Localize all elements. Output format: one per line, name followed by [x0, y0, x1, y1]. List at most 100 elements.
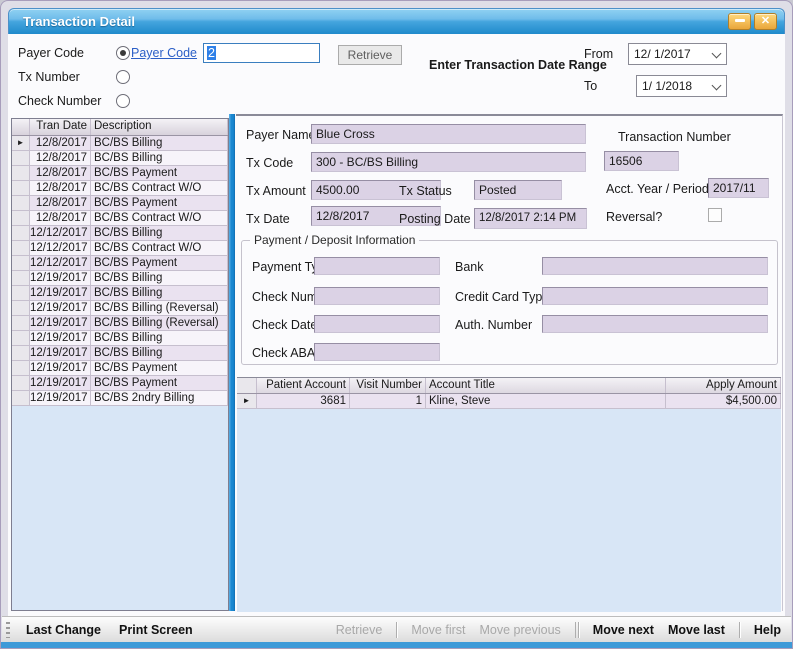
close-icon[interactable]: ✕	[754, 13, 777, 30]
payment-field-input[interactable]	[542, 315, 768, 333]
row-selector-cell[interactable]: ►	[237, 394, 257, 409]
toolbar-separator	[396, 622, 397, 638]
payment-field-input[interactable]	[542, 287, 768, 305]
transaction-row[interactable]: 12/12/2017 BC/BS Billing	[12, 226, 228, 241]
apply-amount-column-header[interactable]: Apply Amount	[666, 378, 781, 393]
search-by-option[interactable]: Payer Code	[18, 46, 103, 62]
radio-button[interactable]	[116, 70, 130, 84]
transaction-row[interactable]: 12/12/2017 BC/BS Payment	[12, 256, 228, 271]
panel-splitter[interactable]	[229, 114, 235, 611]
transaction-row[interactable]: 12/8/2017 BC/BS Billing	[12, 151, 228, 166]
row-selector-cell[interactable]	[12, 241, 30, 256]
transaction-row[interactable]: 12/19/2017 BC/BS Billing	[12, 346, 228, 361]
payment-field-input[interactable]	[542, 257, 768, 275]
row-selector-cell[interactable]	[12, 151, 30, 166]
transaction-row[interactable]: 12/8/2017 BC/BS Payment	[12, 166, 228, 181]
row-selector-cell[interactable]: ►	[12, 136, 30, 151]
content-area: Payer Code Tx Number Check Number Payer …	[8, 34, 785, 616]
transaction-row[interactable]: 12/8/2017 BC/BS Contract W/O	[12, 181, 228, 196]
transaction-row[interactable]: 12/19/2017 BC/BS Payment	[12, 361, 228, 376]
payment-field-input[interactable]	[314, 343, 440, 361]
row-selector-cell[interactable]	[12, 256, 30, 271]
toolbar-button[interactable]: Move last	[668, 623, 725, 637]
apply-row[interactable]: ► 3681 1 Kline, Steve $4,500.00	[237, 394, 781, 409]
transaction-number-field[interactable]: 16506	[604, 151, 679, 171]
to-date-value: 1/ 1/2018	[642, 79, 692, 93]
transaction-row[interactable]: 12/12/2017 BC/BS Contract W/O	[12, 241, 228, 256]
radio-button[interactable]	[116, 46, 130, 60]
payment-field-label: Check ABA	[252, 346, 315, 360]
toolbar-button[interactable]: Move first	[411, 623, 465, 637]
row-selector-cell[interactable]	[12, 361, 30, 376]
payer-code-link[interactable]: Payer Code	[131, 46, 197, 60]
row-selector-cell[interactable]	[12, 331, 30, 346]
row-selector-cell[interactable]	[12, 196, 30, 211]
row-selector-cell[interactable]	[12, 271, 30, 286]
toolbar-grip-icon[interactable]	[6, 622, 10, 638]
window-title: Transaction Detail	[23, 14, 135, 29]
row-selector-cell[interactable]	[12, 376, 30, 391]
transaction-row[interactable]: 12/8/2017 BC/BS Payment	[12, 196, 228, 211]
description-cell: BC/BS Billing	[91, 136, 228, 151]
description-cell: BC/BS Billing	[91, 286, 228, 301]
transaction-row[interactable]: 12/19/2017 BC/BS Billing (Reversal)	[12, 301, 228, 316]
tx-code-field[interactable]: 300 - BC/BS Billing	[311, 152, 586, 172]
transaction-row[interactable]: 12/19/2017 BC/BS Billing	[12, 271, 228, 286]
payment-field-input[interactable]	[314, 315, 440, 333]
patient-account-column-header[interactable]: Patient Account	[257, 378, 350, 393]
row-selector-cell[interactable]	[12, 391, 30, 406]
search-by-option[interactable]: Tx Number	[18, 70, 103, 86]
tx-status-field[interactable]: Posted	[474, 180, 562, 200]
tran-date-cell: 12/8/2017	[30, 136, 91, 151]
payer-name-field[interactable]: Blue Cross	[311, 124, 586, 144]
transaction-row[interactable]: 12/19/2017 BC/BS Billing	[12, 286, 228, 301]
description-cell: BC/BS Billing	[91, 151, 228, 166]
payment-field-input[interactable]	[314, 257, 440, 275]
from-date-select[interactable]: 12/ 1/2017	[628, 43, 727, 65]
row-selector-cell[interactable]	[12, 211, 30, 226]
chevron-down-icon	[712, 49, 722, 59]
row-selector-cell[interactable]	[12, 301, 30, 316]
row-selector-cell[interactable]	[12, 181, 30, 196]
radio-label: Check Number	[18, 94, 103, 108]
account-title-column-header[interactable]: Account Title	[426, 378, 666, 393]
apply-grid-header: Patient Account Visit Number Account Tit…	[237, 378, 781, 394]
to-date-select[interactable]: 1/ 1/2018	[636, 75, 727, 97]
reversal-checkbox[interactable]	[708, 208, 722, 222]
toolbar-button[interactable]: Move next	[593, 623, 654, 637]
minimize-icon[interactable]	[728, 13, 751, 30]
toolbar-button[interactable]: Last Change	[26, 623, 101, 637]
toolbar-button[interactable]: Move previous	[480, 623, 561, 637]
description-column-header[interactable]: Description	[91, 119, 228, 135]
description-cell: BC/BS Payment	[91, 166, 228, 181]
row-selector-cell[interactable]	[12, 226, 30, 241]
payment-field-input[interactable]	[314, 287, 440, 305]
row-selector-cell[interactable]	[12, 286, 30, 301]
reversal-label: Reversal?	[606, 210, 662, 224]
transaction-row[interactable]: ► 12/8/2017 BC/BS Billing	[12, 136, 228, 151]
toolbar-button[interactable]: Retrieve	[336, 623, 383, 637]
description-cell: BC/BS Contract W/O	[91, 181, 228, 196]
toolbar-button[interactable]: Help	[754, 623, 781, 637]
row-selector-cell[interactable]	[12, 346, 30, 361]
search-by-option[interactable]: Check Number	[18, 94, 103, 110]
radio-button[interactable]	[116, 94, 130, 108]
acct-year-period-field[interactable]: 2017/11	[708, 178, 769, 198]
transaction-row[interactable]: 12/19/2017 BC/BS Billing	[12, 331, 228, 346]
transaction-row[interactable]: 12/19/2017 BC/BS Billing (Reversal)	[12, 316, 228, 331]
transaction-row[interactable]: 12/19/2017 BC/BS Payment	[12, 376, 228, 391]
description-cell: BC/BS Payment	[91, 196, 228, 211]
description-cell: BC/BS Billing (Reversal)	[91, 301, 228, 316]
retrieve-button[interactable]: Retrieve	[338, 45, 402, 65]
row-selector-cell[interactable]	[12, 166, 30, 181]
transaction-row[interactable]: 12/19/2017 BC/BS 2ndry Billing	[12, 391, 228, 406]
tran-date-cell: 12/19/2017	[30, 361, 91, 376]
visit-number-column-header[interactable]: Visit Number	[350, 378, 426, 393]
tran-date-column-header[interactable]: Tran Date	[30, 119, 91, 135]
tran-date-cell: 12/19/2017	[30, 271, 91, 286]
transaction-row[interactable]: 12/8/2017 BC/BS Contract W/O	[12, 211, 228, 226]
toolbar-button[interactable]: Print Screen	[119, 623, 193, 637]
posting-date-field[interactable]: 12/8/2017 2:14 PM	[474, 208, 587, 229]
row-selector-cell[interactable]	[12, 316, 30, 331]
payer-code-input[interactable]: 2	[203, 43, 320, 63]
